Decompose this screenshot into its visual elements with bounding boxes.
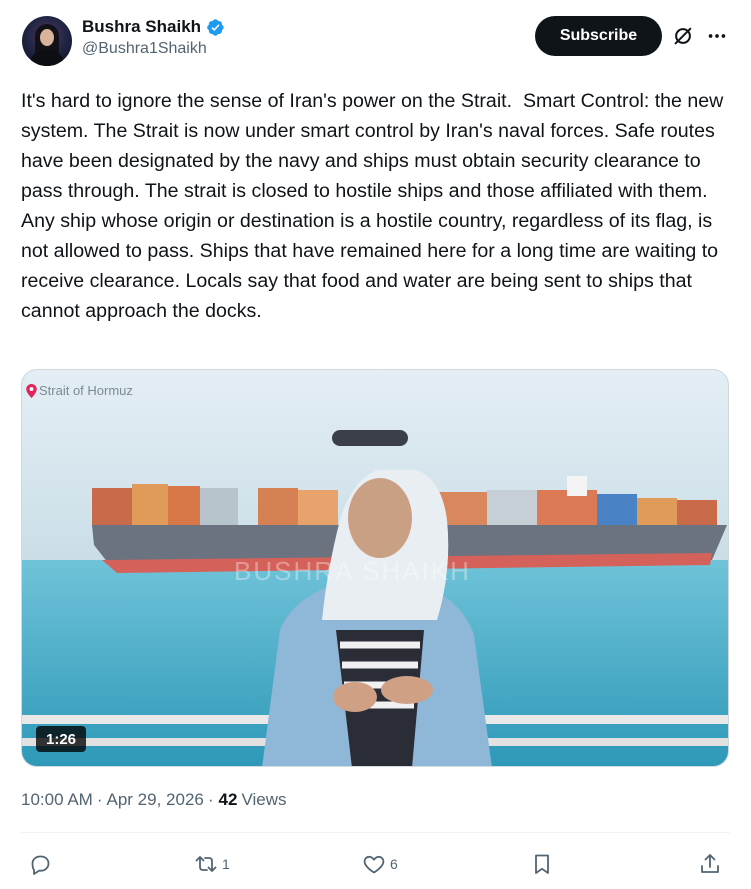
reply-button[interactable] (28, 850, 56, 878)
tweet-text: It's hard to ignore the sense of Iran's … (21, 90, 729, 322)
views-count[interactable]: 42 (219, 790, 238, 810)
tweet-actions: 1 6 (0, 850, 751, 878)
tweet-date[interactable]: Apr 29, 2026 (107, 790, 204, 810)
reply-icon (31, 855, 50, 875)
location-tag: Strait of Hormuz (26, 383, 133, 398)
map-pin-icon (26, 383, 37, 398)
repost-button[interactable]: 1 (194, 850, 230, 878)
repost-count: 1 (222, 856, 230, 872)
grok-icon[interactable] (672, 25, 694, 47)
user-handle[interactable]: @Bushra1Shaikh (82, 40, 225, 58)
location-label: Strait of Hormuz (39, 383, 133, 398)
more-options-icon[interactable] (706, 25, 728, 47)
user-info: Bushra Shaikh @Bushra1Shaikh (82, 17, 225, 58)
tweet-time[interactable]: 10:00 AM (21, 790, 93, 810)
avatar[interactable] (22, 16, 72, 66)
verified-badge-icon (207, 18, 224, 36)
bookmark-icon (535, 854, 549, 874)
bookmark-button[interactable] (530, 850, 554, 878)
video-player[interactable]: Strait of Hormuz BUSHRA SHAIKH 1:26 (21, 369, 729, 767)
like-button[interactable]: 6 (362, 850, 398, 878)
share-icon (701, 854, 719, 873)
video-duration-badge: 1:26 (36, 726, 87, 752)
display-name[interactable]: Bushra Shaikh (82, 17, 201, 37)
tweet-header: Bushra Shaikh @Bushra1Shaikh Subscribe (22, 14, 730, 70)
views-label[interactable]: Views (241, 790, 286, 810)
tweet-meta: 10:00 AM · Apr 29, 2026 · 42 Views (21, 790, 287, 810)
subscribe-button[interactable]: Subscribe (535, 16, 662, 56)
heart-icon (363, 855, 385, 874)
share-button[interactable] (698, 850, 722, 878)
divider (21, 832, 730, 833)
like-count: 6 (390, 856, 398, 872)
video-watermark: BUSHRA SHAIKH (234, 556, 471, 586)
repost-icon (195, 856, 217, 872)
tweet-page: Bushra Shaikh @Bushra1Shaikh Subscribe I… (0, 0, 751, 889)
meta-separator: · (96, 790, 103, 809)
meta-separator: · (207, 790, 214, 809)
